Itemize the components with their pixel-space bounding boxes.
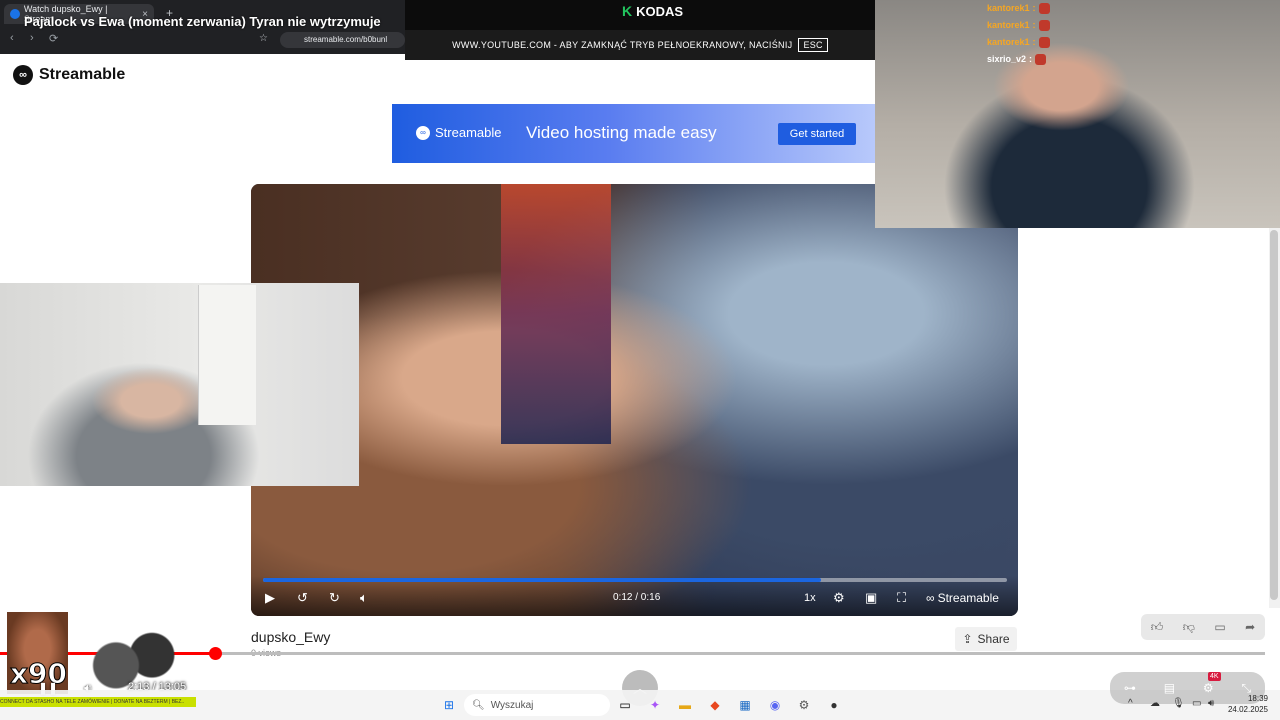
dislike-icon[interactable]: 👎︎ — [1183, 620, 1195, 635]
banner-tagline: Video hosting made easy — [526, 123, 717, 142]
video-progress-bar[interactable] — [263, 578, 1007, 582]
stream-title: Pajalock vs Ewa (moment zerwania) Tyran … — [24, 14, 381, 29]
video-time: 0:12 / 0:16 — [613, 592, 661, 603]
settings-gear-icon[interactable]: ⚙ — [833, 590, 845, 606]
discord-icon[interactable]: ◉ — [766, 696, 784, 714]
emote-icon — [1038, 3, 1050, 14]
chat-overlay: kantorek1: kantorek1: kantorek1: sixrio_… — [987, 0, 1077, 68]
fullscreen-notice-text: WWW.YOUTUBE.COM - ABY ZAMKNĄĆ TRYB PEŁNO… — [452, 40, 793, 50]
video-brand-text: Streamable — [937, 591, 999, 605]
banner-brand-text: Streamable — [435, 125, 502, 140]
banner-brand: ∞ Streamable — [416, 125, 501, 140]
brave-browser-icon[interactable]: ◆ — [706, 696, 724, 714]
chat-message: kantorek1: — [987, 0, 1077, 17]
autoplay-toggle-icon[interactable]: ⊶ — [1124, 681, 1136, 695]
forward-icon[interactable]: › — [30, 32, 34, 44]
chat-user: sixrio_v2 — [987, 54, 1027, 64]
clock-time: 18:39 — [1247, 694, 1268, 703]
streamer-webcam — [875, 0, 1280, 228]
clock-date: 24.02.2025 — [1227, 705, 1268, 714]
comment-icon[interactable]: ▭ — [1214, 620, 1225, 634]
chat-message: kantorek1: — [987, 17, 1077, 34]
ticker: CONNECT DA STASHO NA TELE ZAMÓWIENIE | D… — [0, 697, 196, 707]
microphone-icon[interactable]: 🎙︎ — [1172, 698, 1185, 709]
esc-key: ESC — [798, 38, 828, 52]
fullscreen-notice: WWW.YOUTUBE.COM - ABY ZAMKNĄĆ TRYB PEŁNO… — [405, 30, 875, 60]
settings-icon[interactable]: ⚙ — [795, 696, 813, 714]
ad-banner[interactable]: ∞ Streamable Video hosting made easy Get… — [392, 104, 875, 163]
chat-sep: : — [1032, 3, 1036, 13]
video-brand[interactable]: ∞ Streamable — [926, 591, 999, 605]
screen: Watch dupsko_Ewy | Stream × + ‹ › ⟳ ☆ st… — [0, 0, 1280, 720]
infinity-icon: ∞ — [926, 591, 935, 605]
address-bar[interactable]: streamable.com/b0bunl — [280, 32, 405, 48]
quality-badge: 4K — [1208, 672, 1221, 681]
cloud-icon[interactable]: ☁ — [1150, 698, 1160, 709]
rewind-icon[interactable]: ↺ — [297, 590, 308, 606]
share-label: Share — [977, 632, 1010, 646]
get-started-button[interactable]: Get started — [778, 123, 856, 145]
back-icon[interactable]: ‹ — [10, 32, 14, 44]
file-explorer-icon[interactable]: ▬ — [676, 696, 694, 714]
search-placeholder: Wyszukaj — [490, 699, 534, 711]
picture-in-picture-icon[interactable]: ▣ — [865, 590, 877, 606]
channel-brand: K KODAS — [622, 3, 683, 19]
store-icon[interactable]: ▦ — [736, 696, 754, 714]
search-icon: 🔍︎ — [472, 699, 485, 711]
streamable-favicon-icon — [10, 9, 20, 19]
speaker-icon[interactable]: 🔊︎ — [1208, 698, 1214, 709]
reload-icon[interactable]: ⟳ — [49, 32, 58, 45]
chat-sep: : — [1032, 20, 1036, 30]
channel-name: KODAS — [636, 3, 684, 19]
logo-text: Streamable — [39, 66, 126, 83]
infinity-icon: ∞ — [13, 65, 33, 85]
video-title: dupsko_Ewy — [251, 629, 331, 645]
network-icon[interactable]: ▭ — [1192, 698, 1201, 709]
bookmark-star-icon[interactable]: ☆ — [259, 33, 268, 44]
video-player[interactable]: ▶ ↺ ↻ 🔈︎ 0:12 / 0:16 1x ⚙ ▣ ⛶ ∞ Streamab… — [251, 184, 1018, 616]
play-icon[interactable]: ▶ — [265, 590, 275, 606]
chat-message: kantorek1: — [987, 34, 1077, 51]
like-icon[interactable]: 👍︎ — [1151, 620, 1164, 635]
chat-message: sixrio_v2: — [987, 51, 1077, 68]
chat-sep: : — [1029, 54, 1033, 64]
windows-start-icon[interactable]: ⊞ — [440, 696, 458, 714]
copilot-icon[interactable]: ✦ — [646, 696, 664, 714]
tray-chevron-icon[interactable]: ^ — [1128, 698, 1133, 709]
volume-icon[interactable]: 🔈︎ — [360, 590, 368, 606]
chat-user: kantorek1 — [987, 20, 1030, 30]
emote-icon — [1038, 20, 1050, 31]
emote-icon — [1038, 37, 1050, 48]
share-arrow-icon[interactable]: ➦ — [1245, 620, 1255, 634]
playback-speed[interactable]: 1x — [804, 592, 816, 604]
stream-progress-knob[interactable] — [209, 647, 223, 660]
share-icon: ⇪ — [962, 632, 973, 646]
video-frame — [251, 184, 1018, 616]
guest-webcam — [0, 283, 359, 486]
subtitles-icon[interactable]: ▤ — [1164, 681, 1175, 695]
chat-user: kantorek1 — [987, 37, 1030, 47]
taskbar-search[interactable]: 🔍︎ Wyszukaj — [464, 694, 610, 716]
chat-sep: : — [1032, 37, 1036, 47]
video-poster — [501, 184, 611, 444]
scrollbar-thumb[interactable] — [1270, 230, 1278, 600]
video-progress-fill — [263, 578, 821, 582]
webcam-background-door — [198, 285, 256, 425]
taskbar-clock[interactable]: 18:39 24.02.2025 — [1226, 693, 1268, 715]
streamable-logo[interactable]: ∞ Streamable — [13, 65, 125, 85]
kodas-logo-icon: K — [622, 3, 633, 19]
obs-icon[interactable]: ● — [825, 696, 843, 714]
task-view-icon[interactable]: ▭ — [616, 696, 634, 714]
forward-icon[interactable]: ↻ — [329, 590, 340, 606]
share-button[interactable]: ⇪ Share — [955, 627, 1017, 651]
fullscreen-icon[interactable]: ⛶ — [897, 590, 906, 606]
infinity-icon: ∞ — [416, 125, 430, 140]
chat-user: kantorek1 — [987, 3, 1030, 13]
emote-icon — [1035, 54, 1047, 65]
side-panel — [1018, 228, 1268, 648]
settings-gear-icon[interactable]: ⚙ — [1203, 681, 1214, 695]
reaction-bar: 👍︎ 👎︎ ▭ ➦ — [1141, 614, 1265, 640]
